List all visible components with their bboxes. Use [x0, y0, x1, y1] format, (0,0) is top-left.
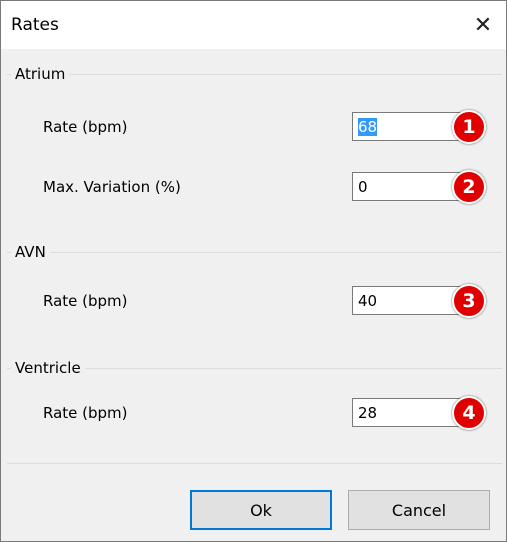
- atrium-max-variation-label: Max. Variation (%): [43, 178, 181, 196]
- footer-divider: [7, 463, 502, 464]
- cancel-button[interactable]: Cancel: [348, 490, 490, 530]
- atrium-rate-value: 68: [358, 118, 378, 136]
- close-icon[interactable]: ✕: [460, 1, 506, 49]
- avn-rate-label: Rate (bpm): [43, 292, 128, 310]
- ventricle-rate-value: 28: [358, 404, 378, 422]
- group-title-avn: AVN: [11, 243, 50, 261]
- atrium-max-variation-value: 0: [358, 178, 368, 196]
- ok-button[interactable]: Ok: [190, 490, 332, 530]
- group-divider-atrium: [7, 74, 502, 75]
- callout-badge-2: 2: [452, 170, 486, 204]
- group-divider-avn: [7, 252, 502, 253]
- dialog-title: Rates: [11, 15, 59, 35]
- group-title-atrium: Atrium: [11, 65, 70, 83]
- atrium-rate-label: Rate (bpm): [43, 118, 128, 136]
- group-title-ventricle: Ventricle: [11, 359, 85, 377]
- title-bar: Rates ✕: [1, 1, 506, 49]
- callout-badge-4: 4: [452, 396, 486, 430]
- callout-badge-3: 3: [452, 284, 486, 318]
- rates-dialog: Rates ✕ Atrium Rate (bpm) 68 1 Max. Vari…: [0, 0, 507, 542]
- ventricle-rate-label: Rate (bpm): [43, 404, 128, 422]
- avn-rate-value: 40: [358, 292, 378, 310]
- callout-badge-1: 1: [452, 110, 486, 144]
